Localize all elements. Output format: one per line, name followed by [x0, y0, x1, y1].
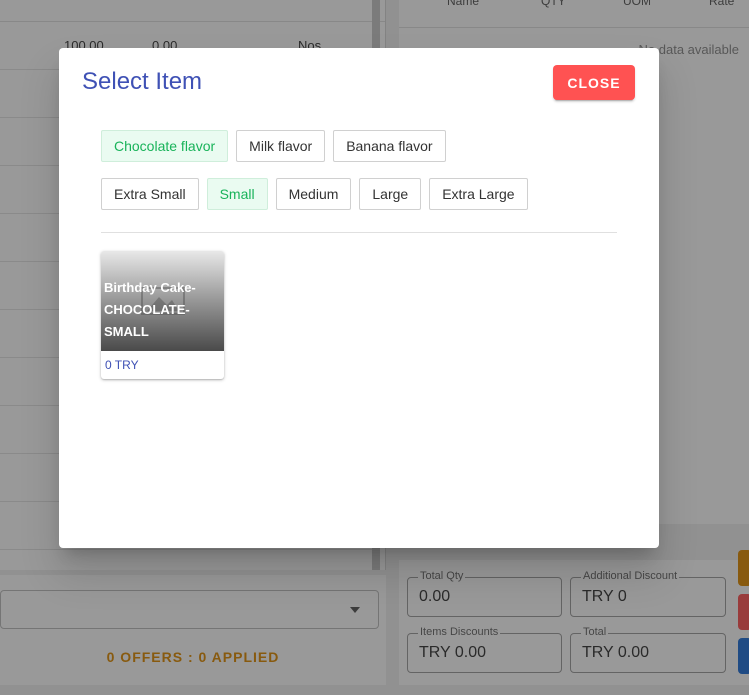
item-name: Birthday Cake-CHOCOLATE-SMALL: [104, 280, 196, 339]
size-chip-medium[interactable]: Medium: [275, 178, 352, 210]
item-price: 0 TRY: [105, 358, 139, 372]
item-card[interactable]: Birthday Cake-CHOCOLATE-SMALL 0 TRY: [101, 251, 224, 379]
size-chip-extra-large[interactable]: Extra Large: [429, 178, 528, 210]
divider: [101, 232, 617, 233]
item-image: Birthday Cake-CHOCOLATE-SMALL: [101, 251, 224, 351]
flavor-chip-chocolate[interactable]: Chocolate flavor: [101, 130, 229, 162]
flavor-chip-banana[interactable]: Banana flavor: [333, 130, 446, 162]
flavor-chip-milk[interactable]: Milk flavor: [236, 130, 326, 162]
size-chip-small[interactable]: Small: [206, 178, 268, 210]
flavor-options: Chocolate flavor Milk flavor Banana flav…: [101, 130, 446, 162]
select-item-dialog: Select Item CLOSE Chocolate flavor Milk …: [59, 48, 659, 548]
size-chip-large[interactable]: Large: [359, 178, 422, 210]
dialog-title: Select Item: [82, 68, 203, 95]
size-options: Extra Small Small Medium Large Extra Lar…: [101, 178, 528, 210]
close-button[interactable]: CLOSE: [553, 65, 635, 100]
size-chip-extra-small[interactable]: Extra Small: [101, 178, 199, 210]
